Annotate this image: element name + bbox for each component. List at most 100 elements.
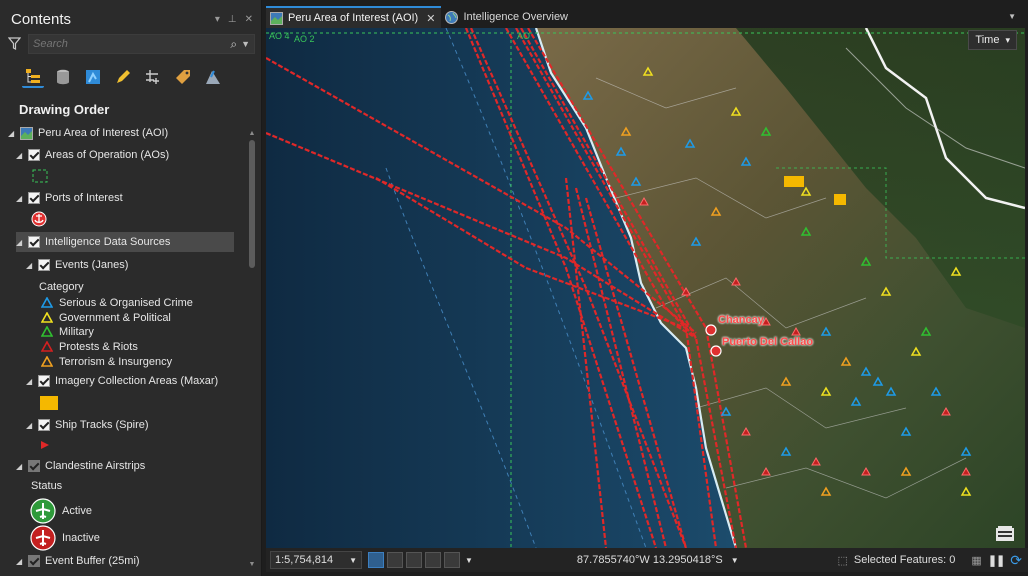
layer-visibility-checkbox[interactable] xyxy=(38,375,50,387)
scale-dropdown[interactable]: 1:5,754,814 ▼ xyxy=(270,551,362,569)
triangle-icon xyxy=(41,326,53,337)
arrow-marker-icon xyxy=(41,441,49,449)
collapse-chevron-icon[interactable]: ◢ xyxy=(26,421,36,430)
legend-item-military: Military xyxy=(41,324,94,339)
port-symbol xyxy=(31,209,47,229)
tree-map-node[interactable]: ◢ Peru Area of Interest (AOI) xyxy=(8,123,168,143)
map-view[interactable]: AO 4 AO 2 AO Chancay Puerto Del Callao T… xyxy=(266,28,1025,548)
layer-visibility-checkbox[interactable] xyxy=(28,192,40,204)
legend-item-inactive: Inactive xyxy=(30,525,100,551)
chevron-down-icon: ▼ xyxy=(349,555,357,565)
tree-layer-airstrips[interactable]: ◢ Clandestine Airstrips xyxy=(16,456,145,476)
search-input[interactable] xyxy=(33,38,231,50)
selection-icon: ⬚ xyxy=(837,554,848,567)
pin-icon[interactable]: ⊥ xyxy=(228,14,237,25)
coordinate-format-chevron-icon[interactable]: ▼ xyxy=(731,556,739,565)
scroll-down-icon[interactable]: ▼ xyxy=(248,561,256,568)
scrollbar-thumb[interactable] xyxy=(249,140,255,268)
pane-options-icon[interactable]: ▾ xyxy=(215,14,220,25)
list-by-source-icon[interactable] xyxy=(52,66,74,88)
collapse-chevron-icon[interactable]: ◢ xyxy=(16,238,26,247)
legend-label: Terrorism & Insurgency xyxy=(59,355,173,368)
triangle-icon xyxy=(41,341,53,352)
legend-label: Inactive xyxy=(62,532,100,544)
correction-toggle-icon[interactable] xyxy=(406,552,422,568)
selected-features-count[interactable]: Selected Features: 0 xyxy=(854,554,956,566)
refresh-icon[interactable]: ⟳ xyxy=(1010,552,1022,569)
tree-layer-events[interactable]: ◢ Events (Janes) xyxy=(26,255,128,275)
tab-intelligence-overview[interactable]: Intelligence Overview xyxy=(441,6,574,28)
filled-square-icon xyxy=(40,396,58,410)
tree-layer-areas-of-operation[interactable]: ◢ Areas of Operation (AOs) xyxy=(16,145,169,165)
collapse-chevron-icon[interactable]: ◢ xyxy=(8,129,18,138)
layer-label: Ship Tracks (Spire) xyxy=(55,419,149,431)
tree-layer-ship-tracks[interactable]: ◢ Ship Tracks (Spire) xyxy=(26,415,149,435)
tree-layer-event-buffer[interactable]: ◢ Event Buffer (25mi) xyxy=(16,554,140,568)
layer-tree: ◢ Peru Area of Interest (AOI) ◢ Areas of… xyxy=(0,122,246,568)
layer-visibility-checkbox[interactable] xyxy=(38,259,50,271)
search-box[interactable]: ⌕ ▼ xyxy=(28,34,255,54)
tab-label: Peru Area of Interest (AOI) xyxy=(288,12,419,24)
list-by-perspective-icon[interactable] xyxy=(202,66,224,88)
collapse-chevron-icon[interactable]: ◢ xyxy=(26,261,36,270)
scale-value: 1:5,754,814 xyxy=(275,554,334,566)
tree-layer-imagery[interactable]: ◢ Imagery Collection Areas (Maxar) xyxy=(26,371,218,391)
time-slider-toggle-button[interactable]: Time ▾ xyxy=(968,30,1017,50)
layer-visibility-checkbox[interactable] xyxy=(28,555,40,567)
tree-layer-ports-of-interest[interactable]: ◢ Ports of Interest xyxy=(16,188,123,208)
airplane-inactive-icon xyxy=(30,525,56,551)
list-by-selection-icon[interactable] xyxy=(82,66,104,88)
tree-map-label: Peru Area of Interest (AOI) xyxy=(38,127,169,139)
grid-toggle-icon[interactable] xyxy=(387,552,403,568)
overview-panel-icon[interactable] xyxy=(995,525,1015,543)
collapse-chevron-icon[interactable]: ◢ xyxy=(16,194,26,203)
tab-label: Intelligence Overview xyxy=(463,11,569,23)
tree-group-intelligence-data-sources[interactable]: ◢ Intelligence Data Sources xyxy=(16,232,234,252)
legend-label: Government & Political xyxy=(59,311,171,324)
triangle-icon xyxy=(41,356,53,367)
port-icon xyxy=(31,211,47,227)
dashed-polygon-icon xyxy=(32,169,48,183)
ship-track-symbol xyxy=(40,435,50,455)
chevron-down-icon[interactable]: ▼ xyxy=(465,556,473,565)
collapse-chevron-icon[interactable]: ◢ xyxy=(26,377,36,386)
close-tab-icon[interactable]: ✕ xyxy=(426,12,435,25)
table-icon[interactable]: ▦ xyxy=(971,554,981,567)
scroll-up-icon[interactable]: ▲ xyxy=(248,130,256,137)
layer-label: Event Buffer (25mi) xyxy=(45,555,140,567)
layer-visibility-checkbox[interactable] xyxy=(28,460,40,472)
layer-label: Clandestine Airstrips xyxy=(45,460,146,472)
triangle-icon xyxy=(41,297,53,308)
legend-label: Military xyxy=(59,325,94,338)
time-button-label: Time xyxy=(975,34,1000,46)
tab-peru-aoi[interactable]: Peru Area of Interest (AOI) ✕ xyxy=(266,6,442,28)
list-by-snapping-icon[interactable] xyxy=(142,66,164,88)
triangle-icon xyxy=(41,312,53,323)
search-options-chevron-icon[interactable]: ▼ xyxy=(241,39,250,49)
map-canvas[interactable] xyxy=(266,28,1025,548)
category-heading: Category xyxy=(39,281,84,293)
collapse-chevron-icon[interactable]: ◢ xyxy=(16,557,26,566)
list-by-drawing-order-icon[interactable] xyxy=(22,66,44,88)
close-pane-icon[interactable]: ✕ xyxy=(245,14,253,25)
navigation-toggle-icon[interactable] xyxy=(444,552,460,568)
layer-visibility-checkbox[interactable] xyxy=(28,236,40,248)
map-tabs: Peru Area of Interest (AOI) ✕ Intelligen… xyxy=(266,6,1028,28)
pause-drawing-icon[interactable]: ❚❚ xyxy=(988,554,1005,567)
layer-visibility-checkbox[interactable] xyxy=(28,149,40,161)
constraint-toggle-icon[interactable] xyxy=(425,552,441,568)
collapse-chevron-icon[interactable]: ◢ xyxy=(16,151,26,160)
search-icon[interactable]: ⌕ xyxy=(230,37,237,52)
collapse-chevron-icon[interactable]: ◢ xyxy=(16,462,26,471)
layer-label: Areas of Operation (AOs) xyxy=(45,149,170,161)
layer-label: Events (Janes) xyxy=(55,259,129,271)
contents-scrollbar[interactable]: ▲ ▼ xyxy=(248,130,256,568)
tab-overflow-chevron-icon[interactable]: ▼ xyxy=(1008,12,1016,21)
ao-symbol xyxy=(32,166,48,186)
filter-icon[interactable] xyxy=(7,37,22,51)
list-by-editing-icon[interactable] xyxy=(112,66,134,88)
search-row: ⌕ ▼ xyxy=(0,34,261,54)
list-by-labeling-icon[interactable] xyxy=(172,66,194,88)
snapping-toggle-icon[interactable] xyxy=(368,552,384,568)
layer-visibility-checkbox[interactable] xyxy=(38,419,50,431)
